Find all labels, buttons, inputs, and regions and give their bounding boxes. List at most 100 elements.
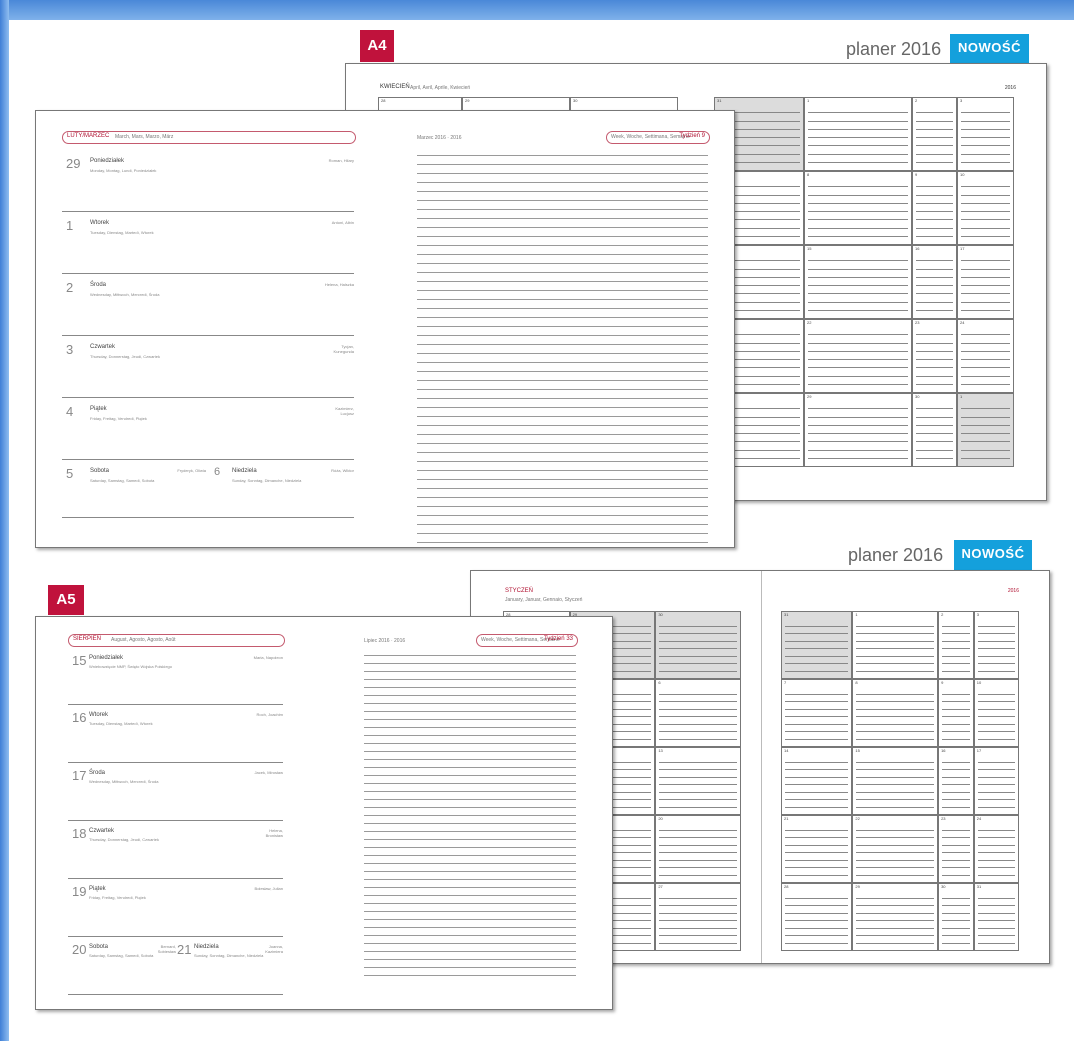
day-number: 4 (66, 404, 74, 419)
a4-day-monday: 29 Poniedziałek Monday, Montag, Lundi, P… (66, 156, 354, 196)
cell-line (808, 276, 908, 278)
cell-line (942, 852, 970, 853)
note-line (364, 727, 576, 728)
cell-line (961, 350, 1010, 352)
calendar-day-number: 23 (915, 320, 920, 325)
note-line (417, 362, 708, 363)
calendar-day-cell: 22 (804, 319, 912, 393)
day-subtitle: Saturday, Samstag, Samedi, Sobota (89, 953, 154, 958)
cell-line (808, 235, 908, 237)
calendar-day-number: 21 (784, 816, 789, 821)
cell-line (961, 449, 1010, 451)
calendar-day-number: 20 (658, 816, 663, 821)
cell-line (961, 301, 1010, 303)
a5-day-wednesday: 17 Środa Wednesday, Mittwoch, Mercredi, … (72, 768, 283, 804)
calendar-day-number: 30 (915, 394, 920, 399)
name-day: Bolesław, Julian (254, 886, 283, 891)
calendar-day-cell: 31 (781, 611, 853, 679)
note-line (417, 380, 708, 381)
cell-line (659, 693, 737, 695)
day-subtitle: Tuesday, Dienstag, Martedì, Wtorek (89, 721, 153, 726)
calendar-day-number: 29 (465, 98, 470, 103)
note-line (364, 799, 576, 800)
calendar-day-cell: 10 (957, 171, 1014, 245)
calendar-day-number: 2 (915, 98, 918, 103)
cell-line (961, 457, 1010, 459)
cell-line (785, 655, 849, 657)
a4-weekly-page: LUTY/MARZEC March, Mars, Marzo, März Mar… (35, 110, 735, 548)
cell-line (785, 716, 849, 717)
cell-line (961, 260, 1010, 262)
day-name: Czwartek (89, 828, 115, 834)
cell-line (659, 844, 737, 846)
day-separator (68, 936, 283, 937)
cell-line (659, 655, 737, 657)
day-name: Czwartek (90, 344, 116, 350)
calendar-day-number: 13 (658, 748, 663, 753)
cell-line (785, 859, 849, 861)
calendar-day-number: 9 (915, 172, 918, 177)
cell-line (961, 334, 1010, 336)
cell-line (916, 383, 953, 385)
calendar-day-cell: 27 (655, 883, 741, 951)
note-line (417, 407, 708, 408)
cell-line (785, 791, 849, 793)
a5-week-header-pill: SIERPIEŃ August, Agosto, Agosto, Août (68, 634, 285, 647)
cell-line (916, 285, 953, 286)
cell-line (856, 655, 935, 657)
calendar-day-cell: 29 (852, 883, 939, 951)
cell-line (808, 285, 908, 286)
cell-line (942, 935, 970, 936)
a4-title: planer 2016 (846, 39, 942, 59)
cell-line (659, 784, 737, 785)
cell-line (808, 219, 908, 221)
cell-line (977, 769, 1015, 770)
cell-line (785, 633, 849, 634)
name-day: Antoni, Albin (331, 220, 354, 225)
cell-line (942, 920, 970, 921)
calendar-day-number: 24 (976, 816, 982, 821)
note-line (417, 515, 708, 516)
cell-line (916, 211, 953, 212)
cell-line (961, 375, 1010, 377)
cell-line (856, 897, 935, 899)
note-line (364, 919, 576, 920)
a4-week-label: Tydzień 9 (679, 133, 705, 139)
day-separator (62, 211, 354, 212)
cell-line (659, 625, 737, 627)
cell-line (961, 128, 1010, 130)
day-name: Wtorek (90, 220, 110, 226)
note-line (364, 927, 576, 928)
cell-line (916, 334, 953, 336)
day-separator (68, 878, 283, 879)
cell-line (977, 942, 1015, 944)
cell-line (856, 648, 935, 649)
calendar-day-cell: 6 (655, 679, 741, 747)
window-left-frame (0, 0, 9, 1041)
cell-line (785, 708, 849, 710)
cell-line (916, 375, 953, 377)
note-line (417, 227, 708, 228)
name-day: Roman, Hilary (328, 158, 354, 163)
cell-line (808, 120, 908, 122)
a5-week-right-date: Lipiec 2016 · 2016 (364, 638, 406, 644)
day-number: 5 (66, 466, 74, 481)
note-line (364, 911, 576, 912)
note-line (417, 308, 708, 309)
calendar-day-cell: 24 (957, 319, 1014, 393)
note-line (417, 236, 708, 237)
cell-line (785, 897, 849, 899)
note-line (417, 353, 708, 354)
cell-line (808, 408, 908, 410)
calendar-day-number: 8 (807, 172, 810, 177)
cell-line (659, 920, 737, 921)
calendar-day-number: 28 (381, 98, 386, 103)
cell-line (961, 383, 1010, 385)
note-line (417, 371, 708, 372)
cell-line (856, 791, 935, 793)
note-line (364, 871, 576, 872)
cell-line (942, 837, 970, 838)
calendar-day-cell: 30 (912, 393, 957, 467)
calendar-day-cell: 23 (938, 815, 974, 883)
day-number: 19 (72, 884, 87, 899)
